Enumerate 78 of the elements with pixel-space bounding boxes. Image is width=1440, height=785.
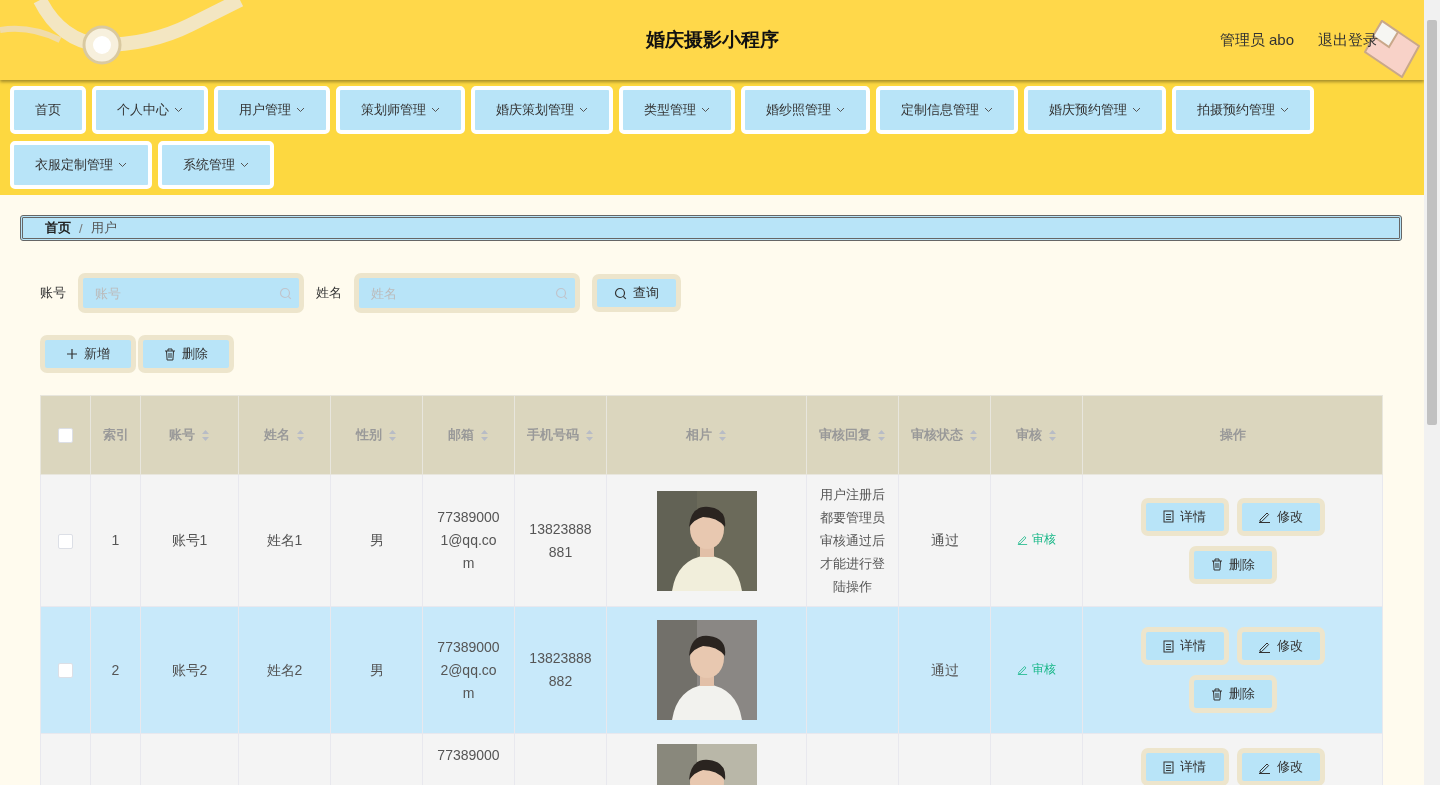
reply-cell: 用户注册后都要管理员审核通过后才能进行登陆操作 [820, 487, 885, 594]
field-label: 姓名 [316, 284, 342, 302]
column-header: 操作 [1219, 427, 1246, 442]
detail-button[interactable]: 详情 [1140, 748, 1229, 785]
sort-icon[interactable] [877, 429, 886, 443]
search-field[interactable]: 姓名 [354, 273, 580, 313]
delete-button[interactable]: 删除 [1188, 675, 1277, 713]
sort-icon[interactable] [969, 429, 978, 443]
search-icon [555, 287, 568, 300]
nav-menu-item[interactable]: 首页 [10, 86, 86, 134]
edit-button[interactable]: 修改 [1236, 748, 1325, 785]
sort-icon[interactable] [201, 429, 210, 443]
account-cell: 账号2 [171, 661, 208, 678]
nav-menu-item[interactable]: 用户管理 [214, 86, 330, 134]
name-cell: 姓名1 [266, 532, 303, 548]
detail-button[interactable]: 详情 [1140, 497, 1229, 536]
trash-icon [1210, 687, 1223, 701]
sort-icon[interactable] [585, 429, 594, 443]
row-checkbox[interactable] [58, 663, 73, 679]
document-icon [1163, 510, 1174, 523]
select-all-checkbox[interactable] [58, 428, 73, 444]
trash-icon [1210, 558, 1223, 571]
column-header: 索引 [102, 427, 129, 442]
field-label: 账号 [40, 284, 66, 302]
sort-icon[interactable] [480, 429, 489, 443]
index-cell: 2 [111, 661, 120, 678]
email-cell: 773890001@qq.com [437, 509, 500, 571]
document-icon [1163, 760, 1174, 774]
nav-menu-item[interactable]: 拍摄预约管理 [1172, 86, 1314, 134]
breadcrumb-item[interactable]: 首页 [45, 219, 71, 237]
nav-menu-item[interactable]: 婚纱照管理 [741, 86, 870, 134]
gender-cell: 男 [369, 532, 384, 548]
plus-icon [66, 348, 78, 360]
nav-menu-item[interactable]: 定制信息管理 [876, 86, 1018, 134]
nav-menu-item[interactable]: 类型管理 [619, 86, 735, 134]
row-checkbox[interactable] [58, 533, 73, 549]
phone-cell: 13823888881 [529, 520, 592, 560]
account-cell: 账号1 [171, 532, 208, 548]
app-title: 婚庆摄影小程序 [645, 28, 779, 52]
search-icon [279, 287, 292, 300]
nav-menu-item[interactable]: 个人中心 [92, 86, 208, 134]
nav-menu-item[interactable]: 婚庆策划管理 [471, 86, 613, 134]
breadcrumb-item: 用户 [90, 219, 117, 237]
admin-name: 管理员 abo [1219, 31, 1294, 50]
add-button[interactable]: 新增 [40, 335, 136, 373]
nav-menu-item[interactable]: 衣服定制管理 [10, 141, 152, 189]
document-icon [1163, 639, 1174, 653]
sort-icon[interactable] [1048, 429, 1057, 443]
delete-button[interactable]: 删除 [138, 335, 234, 373]
nav-menu-item[interactable]: 系统管理 [158, 141, 274, 189]
delete-button[interactable]: 删除 [1188, 545, 1277, 584]
index-cell: 1 [111, 532, 120, 548]
name-cell: 姓名2 [266, 661, 303, 678]
scrollbar[interactable] [1424, 0, 1440, 785]
trash-icon [164, 347, 176, 361]
email-cell: 77389000 [437, 747, 500, 763]
nav-menu-item[interactable]: 婚庆预约管理 [1024, 86, 1166, 134]
pencil-icon [1017, 663, 1028, 675]
logout-link[interactable]: 退出登录 [1318, 31, 1378, 50]
pencil-icon [1258, 510, 1271, 523]
status-cell: 通过 [930, 661, 959, 678]
nav-menu-item[interactable]: 策划师管理 [336, 86, 465, 134]
email-cell: 773890002@qq.com [437, 638, 500, 701]
detail-button[interactable]: 详情 [1140, 627, 1229, 665]
search-field[interactable]: 账号 [78, 273, 304, 313]
sort-icon[interactable] [718, 429, 727, 443]
pencil-icon [1017, 534, 1028, 545]
phone-cell: 13823888882 [529, 650, 592, 689]
search-icon [614, 286, 627, 300]
breadcrumb-separator: / [79, 220, 83, 236]
sort-icon[interactable] [296, 429, 305, 443]
edit-button[interactable]: 修改 [1236, 497, 1325, 536]
eraser-drawing [1364, 20, 1420, 78]
edit-button[interactable]: 修改 [1236, 627, 1325, 665]
status-cell: 通过 [930, 532, 959, 548]
query-button[interactable]: 查询 [592, 274, 681, 312]
sort-icon[interactable] [388, 429, 397, 443]
gender-cell: 男 [369, 661, 384, 678]
